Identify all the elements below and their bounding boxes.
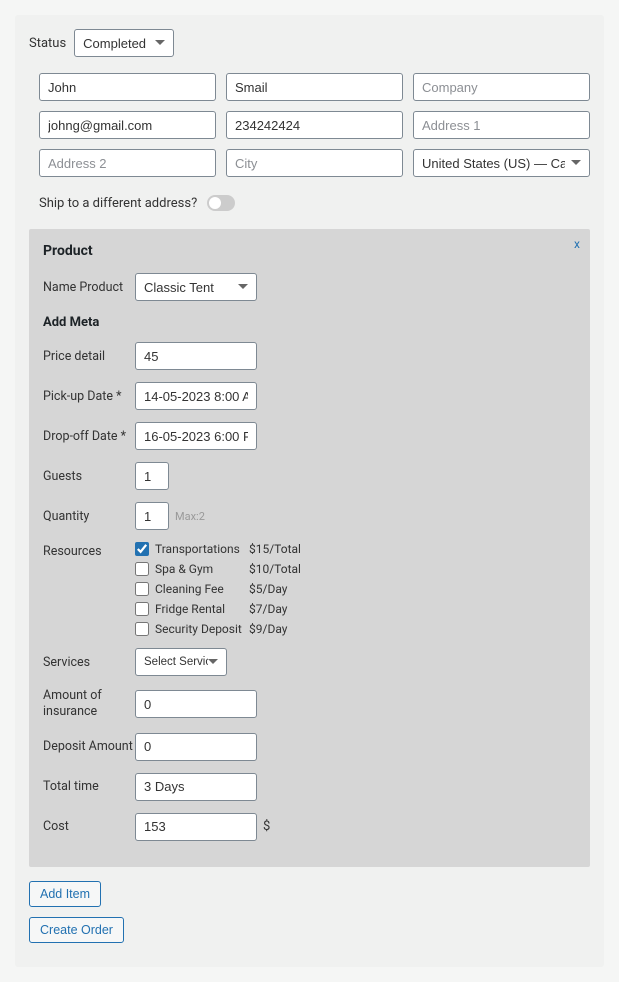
cost-row: Cost $ — [43, 813, 576, 841]
resource-price: $9/Day — [249, 622, 287, 636]
resource-name: Fridge Rental — [155, 602, 243, 616]
services-label: Services — [43, 655, 135, 670]
cost-input[interactable] — [135, 813, 257, 841]
deposit-row: Deposit Amount — [43, 733, 576, 761]
insurance-label: Amount of insurance — [43, 688, 135, 721]
resource-price: $10/Total — [249, 562, 301, 576]
insurance-input[interactable] — [135, 690, 257, 718]
company-input[interactable] — [413, 73, 590, 101]
services-row: Services Select Service — [43, 648, 576, 676]
resource-checkbox[interactable] — [135, 542, 149, 556]
cost-label: Cost — [43, 819, 135, 834]
resource-checkbox[interactable] — [135, 582, 149, 596]
pickup-row: Pick-up Date * — [43, 382, 576, 410]
totaltime-input[interactable] — [135, 773, 257, 801]
guests-label: Guests — [43, 469, 135, 484]
ship-different-row: Ship to a different address? — [29, 195, 590, 211]
price-input[interactable] — [135, 342, 257, 370]
resource-price: $5/Day — [249, 582, 287, 596]
quantity-label: Quantity — [43, 509, 135, 524]
email-input[interactable] — [39, 111, 216, 139]
resource-item: Spa & Gym $10/Total — [135, 562, 301, 576]
pickup-label: Pick-up Date * — [43, 389, 135, 404]
resource-checkbox[interactable] — [135, 622, 149, 636]
resource-item: Transportations $15/Total — [135, 542, 301, 556]
dropoff-input[interactable] — [135, 422, 257, 450]
guests-row: Guests — [43, 462, 576, 490]
services-select[interactable]: Select Service — [135, 648, 227, 676]
address2-input[interactable] — [39, 149, 216, 177]
price-label: Price detail — [43, 349, 135, 364]
ship-different-toggle[interactable] — [207, 195, 235, 211]
status-label: Status — [29, 36, 66, 51]
totaltime-label: Total time — [43, 779, 135, 794]
order-form-container: Status Completed United States (US) — Ca… — [15, 15, 604, 967]
last-name-input[interactable] — [226, 73, 403, 101]
resource-price: $15/Total — [249, 542, 301, 556]
status-select[interactable]: Completed — [74, 29, 174, 57]
dropoff-label: Drop-off Date * — [43, 429, 135, 444]
ship-different-label: Ship to a different address? — [39, 196, 197, 211]
state-select[interactable]: United States (US) — California — [413, 149, 590, 177]
status-row: Status Completed — [29, 29, 590, 57]
first-name-input[interactable] — [39, 73, 216, 101]
button-row: Add Item Create Order — [29, 881, 590, 953]
resource-checkbox[interactable] — [135, 602, 149, 616]
totaltime-row: Total time — [43, 773, 576, 801]
deposit-label: Deposit Amount — [43, 739, 135, 754]
pickup-input[interactable] — [135, 382, 257, 410]
resource-item: Security Deposit $9/Day — [135, 622, 301, 636]
deposit-input[interactable] — [135, 733, 257, 761]
resource-name: Spa & Gym — [155, 562, 243, 576]
add-meta-title: Add Meta — [43, 315, 576, 330]
cost-currency: $ — [263, 819, 270, 834]
resources-label: Resources — [43, 542, 135, 559]
close-icon[interactable]: x — [574, 237, 580, 251]
quantity-row: Quantity Max:2 — [43, 502, 576, 530]
product-name-label: Name Product — [43, 280, 135, 295]
insurance-row: Amount of insurance — [43, 688, 576, 721]
resource-item: Fridge Rental $7/Day — [135, 602, 301, 616]
billing-grid: United States (US) — California — [29, 73, 590, 177]
resource-name: Security Deposit — [155, 622, 243, 636]
quantity-max-hint: Max:2 — [175, 510, 205, 523]
quantity-input[interactable] — [135, 502, 169, 530]
product-section: x Product Name Product Classic Tent Add … — [29, 229, 590, 867]
resources-list: Transportations $15/Total Spa & Gym $10/… — [135, 542, 301, 636]
resource-name: Transportations — [155, 542, 243, 556]
resource-price: $7/Day — [249, 602, 287, 616]
dropoff-row: Drop-off Date * — [43, 422, 576, 450]
city-input[interactable] — [226, 149, 403, 177]
create-order-button[interactable]: Create Order — [29, 917, 124, 943]
price-row: Price detail — [43, 342, 576, 370]
phone-input[interactable] — [226, 111, 403, 139]
product-name-select[interactable]: Classic Tent — [135, 273, 257, 301]
resource-item: Cleaning Fee $5/Day — [135, 582, 301, 596]
resource-name: Cleaning Fee — [155, 582, 243, 596]
guests-input[interactable] — [135, 462, 169, 490]
product-section-title: Product — [43, 243, 576, 259]
product-name-row: Name Product Classic Tent — [43, 273, 576, 301]
add-item-button[interactable]: Add Item — [29, 881, 101, 907]
resources-row: Resources Transportations $15/Total Spa … — [43, 542, 576, 636]
resource-checkbox[interactable] — [135, 562, 149, 576]
address1-input[interactable] — [413, 111, 590, 139]
